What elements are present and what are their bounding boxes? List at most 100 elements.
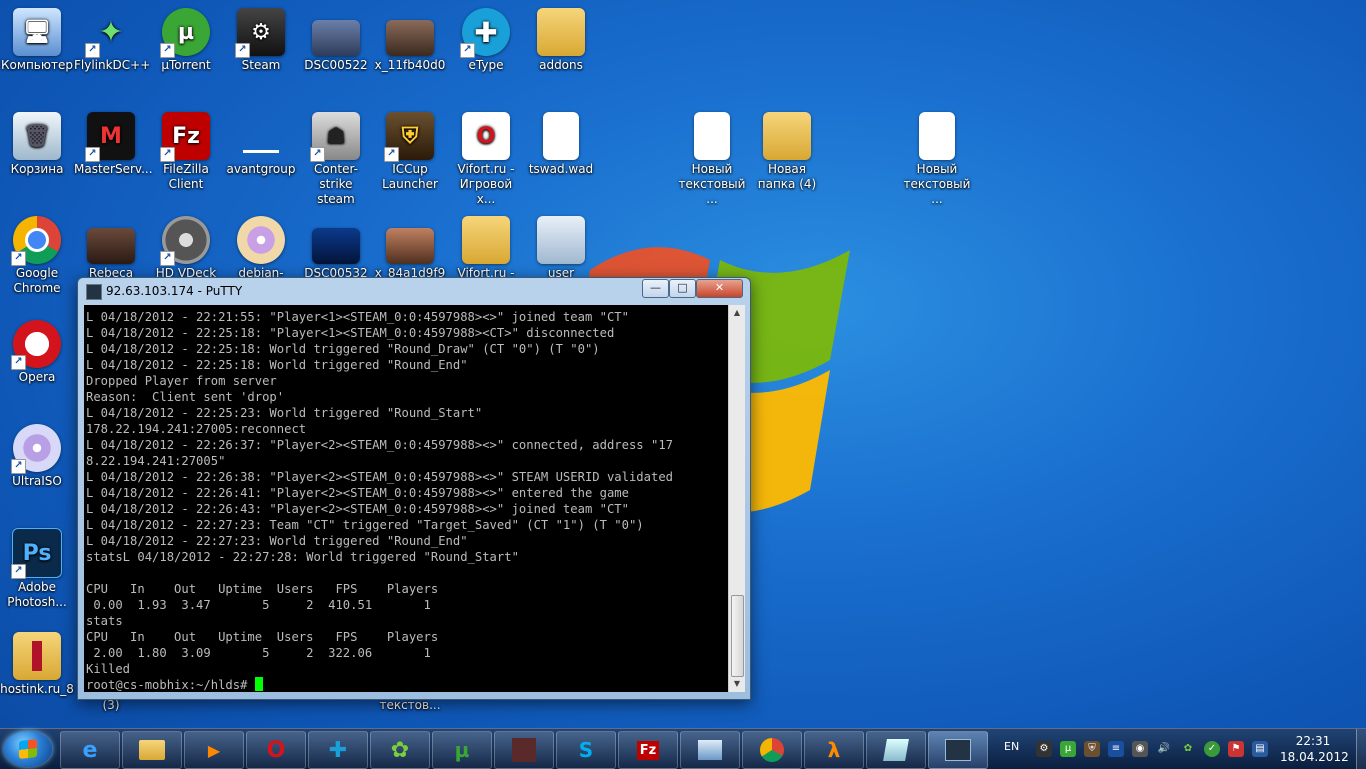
vertical-scrollbar[interactable]: ▲ ▼ bbox=[728, 305, 745, 692]
putty-window[interactable]: 92.63.103.174 - PuTTY — □ ✕ L 04/18/2012… bbox=[77, 277, 751, 700]
system-clock[interactable]: 22:31 18.04.2012 bbox=[1280, 733, 1349, 765]
action-center-flag-icon[interactable]: ⚑ bbox=[1228, 741, 1244, 757]
desktop-icon-photoshop[interactable]: Ps ↗ Adobe Photosh... bbox=[0, 528, 74, 610]
desktop-icon-addons[interactable]: addons bbox=[524, 8, 598, 73]
taskbar-filezilla[interactable]: Fz bbox=[618, 731, 678, 769]
utorrent-tray-icon[interactable]: µ bbox=[1060, 741, 1076, 757]
desktop-icon-label: ICCup Launcher bbox=[382, 162, 438, 191]
desktop-icon-avantgroup[interactable]: avantgroup bbox=[224, 112, 298, 177]
maximize-button[interactable]: □ bbox=[669, 279, 696, 298]
desktop-icon-recycle-bin[interactable]: 🗑 Корзина bbox=[0, 112, 74, 177]
desktop-icon-filezilla[interactable]: Fz ↗ FileZilla Client bbox=[149, 112, 223, 192]
taskbar-game[interactable] bbox=[494, 731, 554, 769]
scrollbar-thumb[interactable] bbox=[731, 595, 744, 677]
desktop-icon-chrome[interactable]: ↗ Google Chrome bbox=[0, 216, 74, 296]
desktop-icon-x11fb[interactable]: x_11fb40d0 bbox=[373, 8, 447, 73]
desktop-icon-ultraiso[interactable]: ↗ UltraISO bbox=[0, 424, 74, 489]
desktop-icon-dsc00522[interactable]: DSC00522 bbox=[299, 8, 373, 73]
volume-icon[interactable]: 🔊 bbox=[1156, 741, 1172, 757]
terminal-area[interactable]: L 04/18/2012 - 22:21:55: "Player<1><STEA… bbox=[84, 305, 728, 692]
desktop-icon-masterserver[interactable]: M ↗ MasterServ... bbox=[74, 112, 153, 177]
icq-tray-icon[interactable]: ✿ bbox=[1180, 741, 1196, 757]
desktop-icon-label: Корзина bbox=[10, 162, 64, 176]
iccup-shield-icon: ⛨ ↗ bbox=[384, 112, 434, 162]
desktop-icon-label: Adobe Photosh... bbox=[7, 580, 67, 609]
putty-icon bbox=[86, 284, 102, 300]
iccup-tray-icon[interactable]: ⛨ bbox=[1084, 741, 1100, 757]
desktop-icon-x84[interactable]: x_84a1d9f9 bbox=[373, 216, 447, 281]
desktop-icon-new-text-2[interactable]: Новый текстовый ... bbox=[900, 112, 974, 207]
taskbar-skype[interactable]: S bbox=[556, 731, 616, 769]
desktop-icon-computer[interactable]: 🖥 Компьютер bbox=[0, 8, 74, 73]
network-status-icon[interactable]: ▤ bbox=[1252, 741, 1268, 757]
language-indicator[interactable]: EN bbox=[1004, 740, 1019, 760]
desktop-icon-partial-label[interactable]: (3) bbox=[74, 698, 148, 713]
taskbar-notepad[interactable] bbox=[866, 731, 926, 769]
desktop-icon-label: DSC00522 bbox=[304, 58, 368, 72]
desktop-icon-label: Conter-strike steam bbox=[314, 162, 358, 206]
filezilla-icon: Fz ↗ bbox=[160, 112, 210, 162]
terminal-line: Dropped Player from server bbox=[86, 374, 277, 388]
taskbar-control-panel[interactable] bbox=[680, 731, 740, 769]
start-button[interactable] bbox=[4, 731, 52, 767]
terminal-line: L 04/18/2012 - 22:26:38: "Player<2><STEA… bbox=[86, 470, 673, 484]
terminal-line: 8.22.194.241:27005" bbox=[86, 454, 226, 468]
taskbar-icq[interactable]: ✿ bbox=[370, 731, 430, 769]
desktop-icon-vifort2[interactable]: Vifort.ru - bbox=[449, 216, 523, 281]
taskbar-ie[interactable]: e bbox=[60, 731, 120, 769]
clock-date: 18.04.2012 bbox=[1280, 750, 1349, 764]
desktop-icon-label: (3) bbox=[102, 698, 120, 712]
clock-time: 22:31 bbox=[1295, 734, 1331, 748]
desktop-icon-partial-label[interactable]: текстов... bbox=[373, 698, 447, 713]
desktop-icon-opera[interactable]: ↗ Opera bbox=[0, 320, 74, 385]
hdvdeck-tray-icon[interactable]: ◉ bbox=[1132, 741, 1148, 757]
steam-tray-icon[interactable]: ⚙ bbox=[1036, 741, 1052, 757]
terminal-line: L 04/18/2012 - 22:25:18: World triggered… bbox=[86, 342, 600, 356]
terminal-line: CPU In Out Uptime Users FPS Players bbox=[86, 582, 439, 596]
desktop-icon-iccup[interactable]: ⛨ ↗ ICCup Launcher bbox=[373, 112, 447, 192]
terminal-line: L 04/18/2012 - 22:25:18: "Player<1><STEA… bbox=[86, 326, 615, 340]
desktop-icon-hdvdeck[interactable]: ↗ HD VDeck bbox=[149, 216, 223, 281]
scroll-up-arrow-icon[interactable]: ▲ bbox=[729, 305, 745, 321]
taskbar-putty[interactable] bbox=[928, 731, 988, 769]
taskbar-explorer[interactable] bbox=[122, 731, 182, 769]
taskbar-half-life[interactable]: λ bbox=[804, 731, 864, 769]
desktop-icon-dsc00532[interactable]: DSC00532 bbox=[299, 216, 373, 281]
terminal-line: L 04/18/2012 - 22:25:18: World triggered… bbox=[86, 358, 468, 372]
desktop-icon-label: hostink.ru_8 bbox=[0, 682, 74, 696]
desktop-icon-new-folder[interactable]: Новая папка (4) bbox=[750, 112, 824, 192]
minimize-button[interactable]: — bbox=[642, 279, 669, 298]
taskbar-chrome[interactable] bbox=[742, 731, 802, 769]
desktop-icon-steam[interactable]: ⚙ ↗ Steam bbox=[224, 8, 298, 73]
desktop-icon-tswad[interactable]: tswad.wad bbox=[524, 112, 598, 177]
desktop-icon-etype[interactable]: ✚ ↗ eType bbox=[449, 8, 523, 73]
show-desktop-button[interactable] bbox=[1356, 729, 1366, 769]
taskbar-etype[interactable]: ✚ bbox=[308, 731, 368, 769]
desktop-icon-flylink[interactable]: ✦ ↗ FlylinkDC++ bbox=[74, 8, 150, 73]
taskbar-opera[interactable]: O bbox=[246, 731, 306, 769]
network-tray-icon[interactable]: ≡ bbox=[1108, 741, 1124, 757]
window-titlebar[interactable]: 92.63.103.174 - PuTTY — □ ✕ bbox=[78, 278, 750, 304]
desktop-icon-utorrent[interactable]: µ ↗ µTorrent bbox=[149, 8, 223, 73]
file-icon bbox=[543, 112, 579, 160]
security-tray-icon[interactable]: ✓ bbox=[1204, 741, 1220, 757]
taskbar-media-player[interactable]: ▶ bbox=[184, 731, 244, 769]
terminal-line: 178.22.194.241:27005:reconnect bbox=[86, 422, 307, 436]
steam-icon: ⚙ ↗ bbox=[235, 8, 285, 58]
terminal-line: L 04/18/2012 - 22:27:23: Team "CT" trigg… bbox=[86, 518, 644, 532]
desktop-icon-cstrike[interactable]: ☗ ↗ Conter-strike steam bbox=[299, 112, 373, 207]
desktop-icon-vifort1[interactable]: O Vifort.ru - Игровой х... bbox=[449, 112, 523, 207]
hdvdeck-icon: ↗ bbox=[160, 216, 210, 266]
desktop-icon-label: Vifort.ru - Игровой х... bbox=[457, 162, 515, 206]
desktop-icon-new-text-1[interactable]: Новый текстовый ... bbox=[675, 112, 749, 207]
etype-plus-icon: ✚ ↗ bbox=[460, 8, 510, 58]
terminal-line: L 04/18/2012 - 22:26:41: "Player<2><STEA… bbox=[86, 486, 629, 500]
desktop-icon-rebeca[interactable]: Rebeca bbox=[74, 216, 148, 281]
desktop-icon-user[interactable]: user bbox=[524, 216, 598, 281]
archive-icon bbox=[13, 632, 61, 680]
close-button[interactable]: ✕ bbox=[696, 279, 743, 298]
desktop-icon-hostink[interactable]: hostink.ru_8 bbox=[0, 632, 74, 697]
media-player-icon: ▶ bbox=[207, 740, 221, 760]
taskbar-utorrent[interactable]: µ bbox=[432, 731, 492, 769]
scroll-down-arrow-icon[interactable]: ▼ bbox=[729, 676, 745, 692]
